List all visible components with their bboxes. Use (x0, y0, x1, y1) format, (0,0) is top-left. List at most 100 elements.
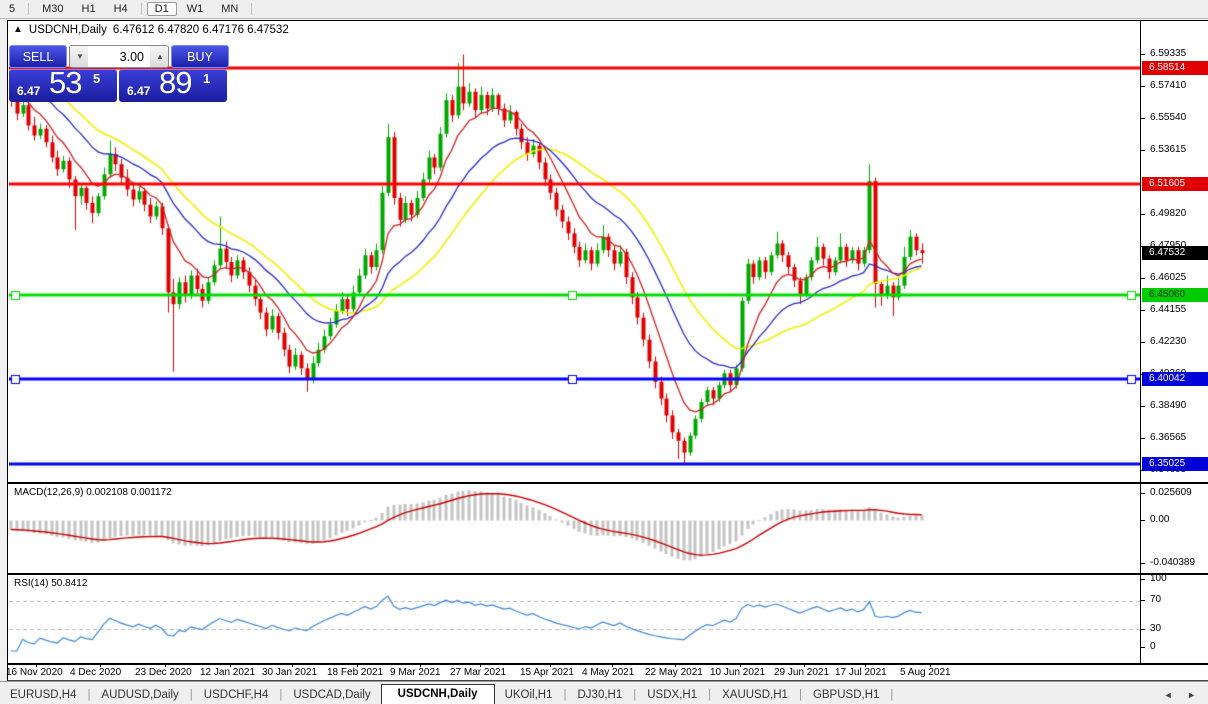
period-button-h1[interactable]: H1 (74, 2, 104, 16)
price-tick-mark (1141, 214, 1145, 215)
buy-price-base: 6.47 (127, 84, 150, 98)
indicator-tick-mark (1141, 600, 1145, 601)
sell-price-big: 53 (49, 65, 81, 101)
indicator-tick-label: 0.025609 (1150, 487, 1192, 498)
volume-increase-button[interactable]: ▲ (150, 46, 168, 67)
buy-price-big: 89 (159, 65, 191, 101)
chart-title-row: ▲ USDCNH,Daily 6.47612 6.47820 6.47176 6… (13, 24, 289, 36)
chart-tab-gbpusd[interactable]: GBPUSD,H1 (803, 686, 889, 704)
chart-tab-usdcnh[interactable]: USDCNH,Daily (381, 684, 495, 704)
indicator-tick-label: 70 (1150, 594, 1161, 605)
indicator-tick-label: 0.00 (1150, 514, 1169, 525)
price-level-badge: 6.45060 (1142, 288, 1208, 302)
chart-tab-usdx[interactable]: USDX,H1 (637, 686, 707, 704)
sell-price-box[interactable]: 6.47 53 5 (9, 69, 117, 102)
price-level-badge: 6.40042 (1142, 372, 1208, 386)
rsi-dates-separator (8, 663, 1208, 665)
period-button-mn[interactable]: MN (213, 2, 246, 16)
macd-canvas[interactable] (9, 485, 1140, 573)
period-button-h4[interactable]: H4 (106, 2, 136, 16)
date-label: 22 May 2021 (645, 667, 703, 678)
date-label: 29 Jun 2021 (774, 667, 829, 678)
rsi-value: 50.8412 (51, 578, 87, 589)
toolbar-separator (251, 3, 252, 15)
price-level-badge: 6.35025 (1142, 457, 1208, 471)
price-tick-mark (1141, 438, 1145, 439)
indicator-tick-mark (1141, 563, 1145, 564)
date-label: 12 Jan 2021 (200, 667, 255, 678)
date-label: 18 Feb 2021 (327, 667, 383, 678)
price-tick-label: 6.57410 (1150, 80, 1186, 91)
period-button-5[interactable]: 5 (1, 2, 23, 16)
price-tick-label: 6.53615 (1150, 144, 1186, 155)
buy-price-sup: 1 (203, 71, 210, 86)
chart-tab-dj30[interactable]: DJ30,H1 (568, 686, 633, 704)
indicator-tick-mark (1141, 629, 1145, 630)
chart-ohlc-values: 6.47612 6.47820 6.47176 6.47532 (113, 24, 289, 36)
macd-label-row: MACD(12,26,9) 0.002108 0.001172 (14, 487, 172, 498)
price-tick-label: 6.46025 (1150, 272, 1186, 283)
indicator-tick-mark (1141, 520, 1145, 521)
price-tick-mark (1141, 54, 1145, 55)
price-tick-mark (1141, 118, 1145, 119)
price-tick-label: 6.59335 (1150, 48, 1186, 59)
period-button-w1[interactable]: W1 (179, 2, 212, 16)
price-tick-mark (1141, 150, 1145, 151)
indicator-tick-mark (1141, 493, 1145, 494)
date-label: 30 Jan 2021 (262, 667, 317, 678)
price-level-badge: 6.51605 (1142, 177, 1208, 191)
volume-input[interactable] (88, 46, 150, 67)
chart-tab-eurusd[interactable]: EURUSD,H4 (0, 686, 86, 704)
indicator-tick-label: -0.040389 (1150, 557, 1195, 568)
main-macd-separator[interactable] (8, 482, 1208, 484)
tab-scroll-arrows[interactable]: ◄ ► (1164, 690, 1202, 700)
price-tick-mark (1141, 342, 1145, 343)
volume-decrease-button[interactable]: ▼ (70, 46, 88, 67)
price-level-badge: 6.47532 (1142, 246, 1208, 260)
period-button-d1[interactable]: D1 (147, 2, 177, 16)
date-label: 4 May 2021 (582, 667, 634, 678)
price-level-badge: 6.58514 (1142, 61, 1208, 75)
mt4-application: 5 M30H1H4 D1W1MN ▲ USDCNH,Daily 6.47612 6.… (0, 0, 1208, 704)
date-label: 9 Mar 2021 (390, 667, 441, 678)
sell-price-sup: 5 (93, 71, 100, 86)
toolbar-separator (28, 3, 29, 15)
date-axis[interactable]: 16 Nov 2020 4 Dec 2020 23 Dec 2020 12 Jan 2… (8, 664, 1208, 680)
rsi-label: RSI(14) (14, 578, 48, 589)
price-axis[interactable]: 6.593356.574106.555406.536156.498206.479… (1140, 21, 1208, 664)
date-label: 27 Mar 2021 (450, 667, 506, 678)
price-tick-label: 6.44155 (1150, 304, 1186, 315)
buy-price-box[interactable]: 6.47 89 1 (119, 69, 227, 102)
macd-label: MACD(12,26,9) (14, 487, 83, 498)
date-label: 5 Aug 2021 (900, 667, 951, 678)
date-label: 17 Jul 2021 (835, 667, 887, 678)
toolbar-separator (141, 3, 142, 15)
price-tick-label: 6.55540 (1150, 112, 1186, 123)
macd-rsi-separator[interactable] (8, 573, 1208, 575)
indicator-tick-label: 30 (1150, 623, 1161, 634)
chart-tab-usdcad[interactable]: USDCAD,Daily (283, 686, 380, 704)
price-tick-label: 6.36565 (1150, 432, 1186, 443)
chart-tab-usdchf[interactable]: USDCHF,H4 (194, 686, 279, 704)
period-button-m30[interactable]: M30 (34, 2, 71, 16)
date-label: 15 Apr 2021 (520, 667, 574, 678)
chart-title: USDCNH,Daily (29, 24, 107, 36)
volume-control: ▼ ▲ (69, 45, 169, 68)
price-tick-label: 6.38490 (1150, 400, 1186, 411)
price-tick-label: 6.42230 (1150, 336, 1186, 347)
price-tick-label: 6.49820 (1150, 208, 1186, 219)
date-label: 16 Nov 2020 (6, 667, 63, 678)
chart-tab-audusd[interactable]: AUDUSD,Daily (91, 686, 188, 704)
sell-price-base: 6.47 (17, 84, 40, 98)
rsi-label-row: RSI(14) 50.8412 (14, 578, 87, 589)
tab-separator: | (889, 689, 894, 704)
chart-tab-xauusd[interactable]: XAUUSD,H1 (712, 686, 798, 704)
indicator-tick-mark (1141, 647, 1145, 648)
macd-values: 0.002108 0.001172 (86, 487, 171, 498)
price-tick-mark (1141, 278, 1145, 279)
date-label: 4 Dec 2020 (70, 667, 121, 678)
rsi-canvas[interactable] (9, 577, 1140, 663)
date-label: 10 Jun 2021 (710, 667, 765, 678)
chart-tab-ukoil[interactable]: UKOil,H1 (495, 686, 563, 704)
date-label: 23 Dec 2020 (135, 667, 192, 678)
